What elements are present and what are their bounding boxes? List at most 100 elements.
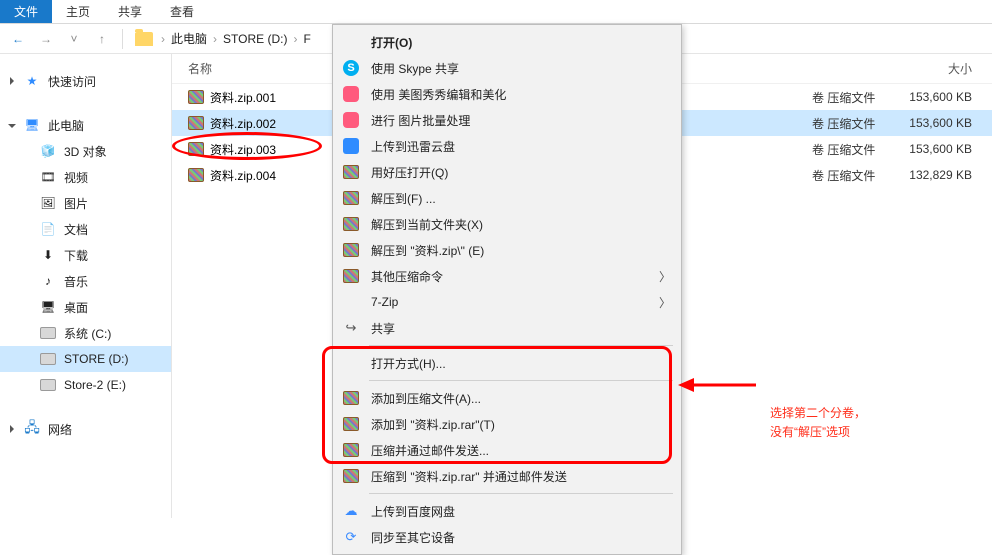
sidebar-item[interactable]: ⬇下载: [0, 242, 171, 268]
caret-icon: [8, 124, 16, 128]
file-size: 153,600 KB: [892, 142, 992, 156]
menu-share[interactable]: ↪共享: [333, 315, 681, 341]
sidebar-item-label: 桌面: [64, 299, 88, 316]
sidebar-this-pc[interactable]: 🖥 此电脑: [0, 112, 171, 138]
menu-separator: [369, 345, 673, 346]
sidebar-item[interactable]: 🧊3D 对象: [0, 138, 171, 164]
archive-icon: [343, 243, 359, 257]
sidebar-item[interactable]: 🖼图片: [0, 190, 171, 216]
menu-open-with[interactable]: 打开方式(H)...: [333, 350, 681, 376]
sidebar-item-label: STORE (D:): [64, 352, 128, 366]
chevron-right-icon: ›: [161, 32, 165, 46]
drive-icon: [40, 379, 56, 391]
cloud-icon: ☁: [341, 501, 361, 521]
menu-compress-rar-mail[interactable]: 压缩到 "资料.zip.rar" 并通过邮件发送: [333, 463, 681, 489]
menu-label: 使用 Skype 共享: [371, 60, 459, 77]
sidebar-item-label: 文档: [64, 221, 88, 238]
sidebar-item-label: 视频: [64, 169, 88, 186]
menu-label: 使用 美图秀秀编辑和美化: [371, 86, 506, 103]
folder-type-icon: 📄: [40, 221, 56, 237]
drive-icon: [40, 327, 56, 339]
archive-icon: [343, 391, 359, 405]
sidebar-item[interactable]: STORE (D:): [0, 346, 171, 372]
tab-file[interactable]: 文件: [0, 0, 52, 23]
menu-label: 压缩到 "资料.zip.rar" 并通过邮件发送: [371, 468, 567, 485]
menu-separator: [369, 380, 673, 381]
sidebar-quick-access[interactable]: ★ 快速访问: [0, 68, 171, 94]
meitu-icon: [343, 86, 359, 102]
menu-open[interactable]: 打开(O): [333, 29, 681, 55]
menu-separator: [369, 493, 673, 494]
archive-icon: [188, 142, 204, 156]
archive-icon: [188, 116, 204, 130]
caret-icon: [10, 425, 14, 433]
breadcrumb-truncated: F: [301, 32, 312, 46]
menu-label: 同步至其它设备: [371, 529, 455, 546]
archive-icon: [343, 469, 359, 483]
folder-type-icon: 🖼: [40, 195, 56, 211]
breadcrumb-pc[interactable]: 此电脑: [169, 30, 209, 47]
menu-extract-named[interactable]: 解压到 "资料.zip\" (E): [333, 237, 681, 263]
sidebar-item[interactable]: 📄 文档: [0, 216, 171, 242]
file-size: 132,829 KB: [892, 168, 992, 182]
sidebar-network[interactable]: 🖧 网络: [0, 416, 171, 442]
caret-icon: [10, 77, 14, 85]
folder-type-icon: 🎞: [40, 169, 56, 185]
menu-skype-share[interactable]: S 使用 Skype 共享: [333, 55, 681, 81]
meitu-icon: [343, 112, 359, 128]
menu-label: 7-Zip: [371, 295, 398, 309]
menu-extract-to[interactable]: 解压到(F) ...: [333, 185, 681, 211]
sidebar-item[interactable]: Store-2 (E:): [0, 372, 171, 398]
context-menu: 打开(O) S 使用 Skype 共享 使用 美图秀秀编辑和美化 进行 图片批量处…: [332, 24, 682, 555]
sidebar-item[interactable]: ♪音乐: [0, 268, 171, 294]
archive-icon: [343, 269, 359, 283]
nav-recent-icon[interactable]: ˅: [62, 27, 86, 51]
menu-label: 解压到(F) ...: [371, 190, 436, 207]
menu-xunlei-upload[interactable]: 上传到迅雷云盘: [333, 133, 681, 159]
drive-icon: [40, 353, 56, 365]
file-type: 卷 压缩文件: [812, 89, 892, 106]
folder-icon: [135, 32, 153, 46]
tab-home[interactable]: 主页: [52, 0, 104, 23]
chevron-right-icon: ›: [213, 32, 217, 46]
menu-7zip[interactable]: 7-Zip〉: [333, 289, 681, 315]
annotation-text: 选择第二个分卷， 没有“解压”选项: [770, 404, 866, 442]
menu-haoya-open[interactable]: 用好压打开(Q): [333, 159, 681, 185]
archive-icon: [188, 168, 204, 182]
skype-icon: S: [343, 60, 359, 76]
tab-view[interactable]: 查看: [156, 0, 208, 23]
menu-meitu-edit[interactable]: 使用 美图秀秀编辑和美化: [333, 81, 681, 107]
tab-share[interactable]: 共享: [104, 0, 156, 23]
sidebar-item-label: 网络: [48, 421, 72, 438]
menu-baidu-upload[interactable]: ☁ 上传到百度网盘: [333, 498, 681, 524]
menu-label: 解压到当前文件夹(X): [371, 216, 483, 233]
menu-other-compress[interactable]: 其他压缩命令〉: [333, 263, 681, 289]
menu-compress-mail[interactable]: 压缩并通过邮件发送...: [333, 437, 681, 463]
menu-label: 打开(O): [371, 34, 412, 51]
menu-sync-devices[interactable]: ⟳同步至其它设备: [333, 524, 681, 550]
menu-label: 解压到 "资料.zip\" (E): [371, 242, 484, 259]
archive-icon: [343, 165, 359, 179]
menu-label: 添加到 "资料.zip.rar"(T): [371, 416, 495, 433]
menu-label: 上传到百度网盘: [371, 503, 455, 520]
star-icon: ★: [24, 73, 40, 89]
pc-icon: 🖥: [24, 117, 40, 133]
archive-icon: [343, 417, 359, 431]
nav-up-icon[interactable]: ↑: [90, 27, 114, 51]
sidebar-item-label: 3D 对象: [64, 143, 107, 160]
menu-batch-image[interactable]: 进行 图片批量处理: [333, 107, 681, 133]
sidebar-item[interactable]: 🎞 视频: [0, 164, 171, 190]
sidebar-item[interactable]: 系统 (C:): [0, 320, 171, 346]
sidebar-item[interactable]: 🖥桌面: [0, 294, 171, 320]
file-type: 卷 压缩文件: [812, 115, 892, 132]
menu-label: 用好压打开(Q): [371, 164, 448, 181]
nav-forward-icon[interactable]: →: [34, 27, 58, 51]
column-header-size[interactable]: 大小: [892, 60, 992, 77]
sidebar-item-label: 此电脑: [48, 117, 84, 134]
menu-add-archive[interactable]: 添加到压缩文件(A)...: [333, 385, 681, 411]
breadcrumb-drive[interactable]: STORE (D:): [221, 32, 289, 46]
menu-extract-here[interactable]: 解压到当前文件夹(X): [333, 211, 681, 237]
nav-back-icon[interactable]: ←: [6, 27, 30, 51]
file-type: 卷 压缩文件: [812, 167, 892, 184]
menu-add-rar[interactable]: 添加到 "资料.zip.rar"(T): [333, 411, 681, 437]
